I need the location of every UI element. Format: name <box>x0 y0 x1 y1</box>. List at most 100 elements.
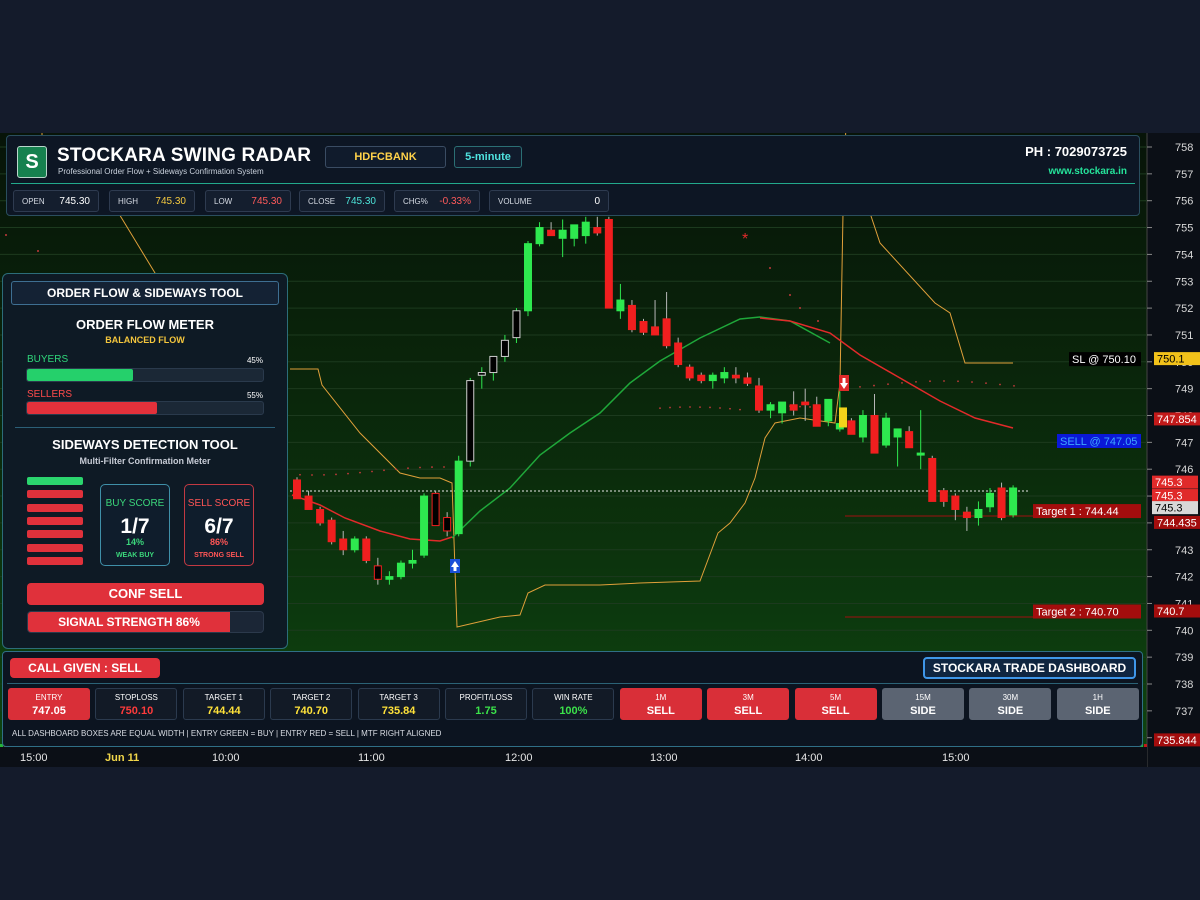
confirmation-sell-button[interactable]: CONF SELL <box>27 583 264 605</box>
price-tick-label: 738 <box>1175 679 1193 691</box>
dashboard-note: ALL DASHBOARD BOXES ARE EQUAL WIDTH | EN… <box>12 729 442 738</box>
candle <box>697 374 706 382</box>
sideways-tool-subtitle: Multi-Filter Confirmation Meter <box>79 456 211 466</box>
candle <box>443 517 452 532</box>
logo: S <box>17 146 47 178</box>
sell-score-value: 6/7 <box>204 515 234 538</box>
indicator-dot <box>915 380 917 383</box>
cell-value: 1.75 <box>475 705 497 717</box>
cell-value: SIDE <box>997 705 1024 717</box>
candle <box>524 243 532 312</box>
candle <box>466 380 475 462</box>
sellers-percent: 55% <box>246 391 263 400</box>
indicator-dot <box>323 473 325 476</box>
time-tick-label: 14:00 <box>795 752 823 764</box>
dashboard-cell-target-2: TARGET 2 740.70 <box>270 688 353 720</box>
dashboard-cell-5m[interactable]: 5M SELL <box>794 688 877 720</box>
dashboard-cell-1h[interactable]: 1H SIDE <box>1056 688 1139 720</box>
level-label: SL @ 750.10 <box>1072 354 1136 366</box>
cell-label: TARGET 1 <box>204 693 243 702</box>
indicator-dot <box>443 466 445 468</box>
indicator-dot <box>407 467 409 470</box>
candle <box>477 372 486 376</box>
cell-label: 1M <box>655 693 667 702</box>
candle <box>801 401 810 406</box>
timeframe-selector[interactable]: 5-minute <box>454 146 522 168</box>
indicator-dot <box>659 407 661 410</box>
filter-indicator-1 <box>27 477 83 485</box>
cell-label: 15M <box>915 693 931 702</box>
filter-indicator-3 <box>27 503 83 512</box>
price-tick-label: 743 <box>1175 545 1193 557</box>
candle <box>489 355 498 374</box>
order-flow-panel: ORDER FLOW & SIDEWAYS TOOL ORDER FLOW ME… <box>2 273 288 649</box>
candle <box>789 404 798 411</box>
symbol-selector[interactable]: HDFCBANK <box>325 146 446 168</box>
indicator-dot <box>859 385 861 388</box>
ohlc-label: CLOSE <box>308 197 336 206</box>
ohlc-close: CLOSE 745.30 <box>299 190 385 212</box>
candle <box>858 415 867 438</box>
dashboard-cell-1m[interactable]: 1M SELL <box>619 688 702 720</box>
dashboard-cell-30m[interactable]: 30M SIDE <box>969 688 1052 720</box>
candle <box>316 508 325 524</box>
candle <box>558 229 567 239</box>
candle <box>766 404 775 411</box>
level-label: Target 1 : 744.44 <box>1036 506 1119 518</box>
candle <box>882 417 891 446</box>
app-subtitle: Professional Order Flow + Sideways Confi… <box>58 167 264 176</box>
indicator-dot <box>719 407 721 409</box>
candle <box>581 221 590 237</box>
sell-score-percent: 86% <box>209 537 228 547</box>
indicator-dot <box>985 382 987 385</box>
candle <box>454 460 463 535</box>
order-flow-meter-title: ORDER FLOW METER <box>76 317 214 332</box>
level-label: Target 2 : 740.70 <box>1036 607 1119 619</box>
phone-number: PH : 7029073725 <box>1025 144 1127 159</box>
candle <box>547 229 556 237</box>
candle <box>870 415 879 454</box>
candle <box>893 428 902 438</box>
dashboard-cell-stoploss: STOPLOSS 750.10 <box>95 688 178 720</box>
price-tick-label: 737 <box>1175 706 1193 718</box>
cell-value: SELL <box>646 705 675 717</box>
signal-strength-label: SIGNAL STRENGTH 86% <box>58 615 200 629</box>
trade-dashboard-button[interactable]: STOCKARA TRADE DASHBOARD <box>923 657 1136 679</box>
ohlc-value: 0 <box>594 196 600 207</box>
indicator-dot <box>689 406 691 408</box>
price-tick-label: 755 <box>1175 223 1193 235</box>
dashboard-cell-15m[interactable]: 15M SIDE <box>882 688 964 720</box>
sell-arrow-marker <box>839 375 849 391</box>
call-given-badge: CALL GIVEN : SELL <box>10 658 160 678</box>
ohlc-value: 745.30 <box>155 196 186 207</box>
cell-label: ENTRY <box>35 693 63 702</box>
cell-label: 5M <box>830 693 842 702</box>
buyers-bar-fill <box>27 369 134 381</box>
candle <box>720 372 729 379</box>
indicator-dot <box>709 406 711 409</box>
cell-value: 100% <box>559 705 588 717</box>
candle <box>685 366 694 379</box>
ohlc-label: VOLUME <box>498 197 532 206</box>
candle <box>396 562 405 578</box>
dashboard-cell-3m[interactable]: 3M SELL <box>707 688 790 720</box>
cell-label: 30M <box>1002 693 1019 702</box>
indicator-dot <box>1013 384 1015 387</box>
candle <box>928 457 937 502</box>
panel-divider <box>15 427 275 428</box>
candle <box>951 495 960 510</box>
price-tick-label: 751 <box>1175 330 1193 342</box>
indicator-dot <box>799 405 801 408</box>
indicator-dot <box>311 474 313 476</box>
price-tick-label: 757 <box>1175 169 1193 181</box>
filter-indicator-2 <box>27 490 83 499</box>
cell-value: 744.44 <box>206 705 241 717</box>
highlight-candle <box>839 407 847 428</box>
buy-score-card: BUY SCORE 1/7 14% WEAK BUY <box>100 484 170 566</box>
website-link[interactable]: www.stockara.in <box>1048 166 1127 177</box>
sellers-bar-fill <box>27 402 157 414</box>
buy-score-status: WEAK BUY <box>115 552 155 559</box>
indicator-dot <box>669 406 671 409</box>
price-tick-label: 742 <box>1175 572 1193 584</box>
candle <box>939 490 948 502</box>
